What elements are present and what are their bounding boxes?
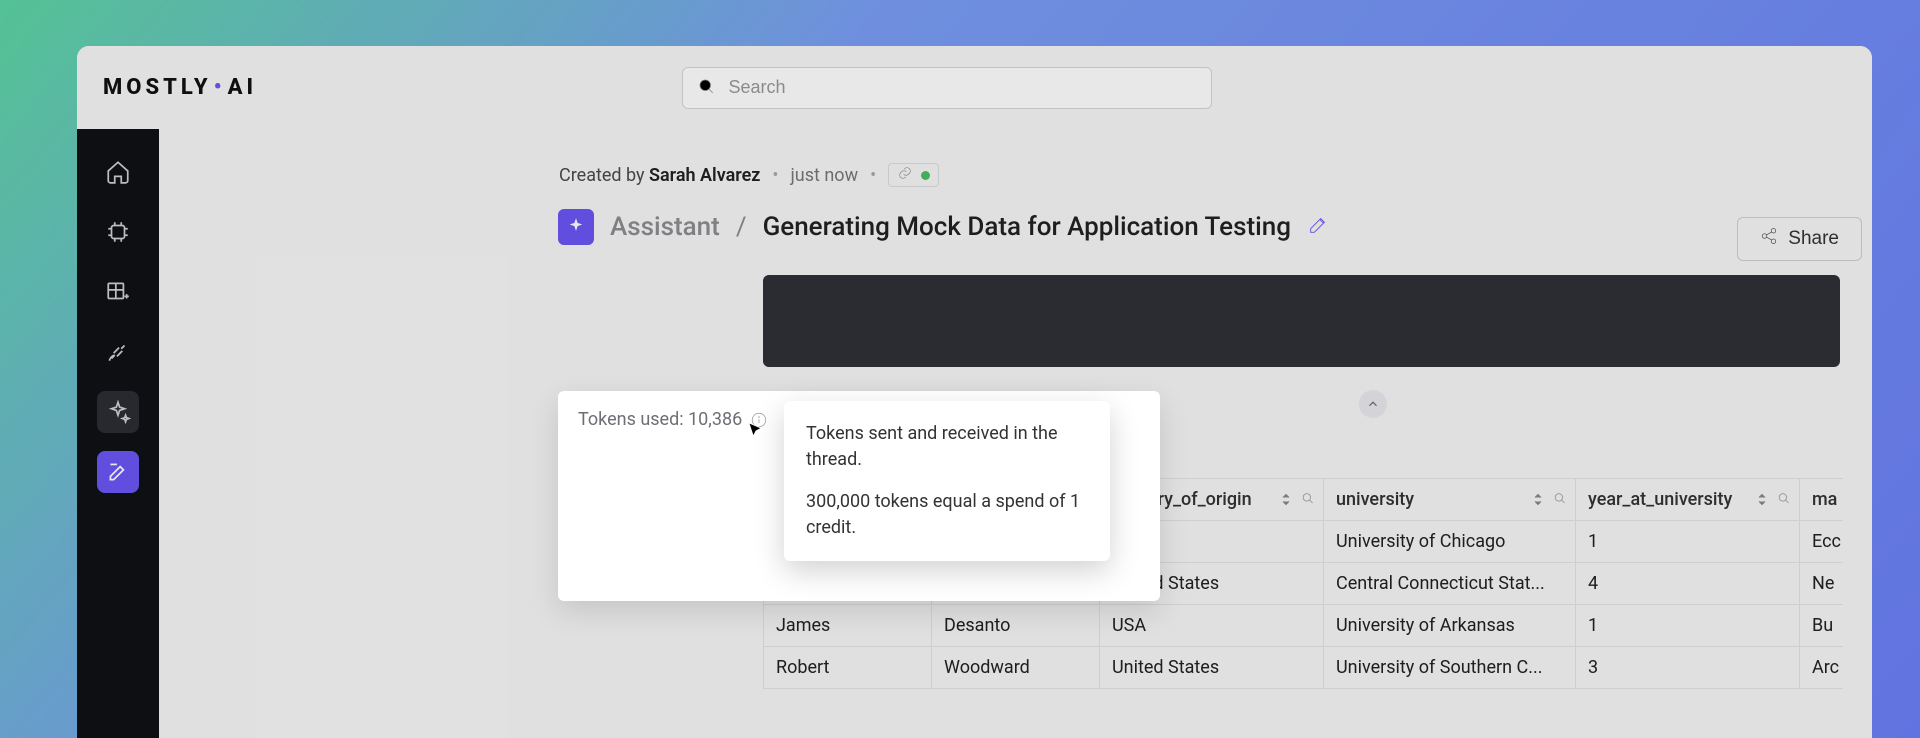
- created-by-label: Created by Sarah Alvarez: [559, 165, 760, 186]
- cell-university: Central Connecticut Stat...: [1324, 563, 1576, 605]
- tokens-used-value: 10,386: [688, 409, 742, 430]
- title-row: Assistant / Generating Mock Data for App…: [159, 187, 1872, 245]
- col-university[interactable]: university: [1324, 479, 1576, 521]
- cell-country_of_origin: USA: [1100, 605, 1324, 647]
- col-major-truncated[interactable]: ma: [1800, 479, 1844, 521]
- app-window: MOSTLY • AI: [77, 46, 1872, 738]
- search-icon[interactable]: [1776, 489, 1791, 510]
- creator-name: Sarah Alvarez: [649, 165, 760, 186]
- brand-dot-icon: •: [214, 75, 226, 100]
- timestamp: just now: [790, 165, 858, 186]
- cell-year_at_university: 1: [1576, 605, 1800, 647]
- sort-icon[interactable]: [1532, 489, 1544, 510]
- edit-title-button[interactable]: [1307, 214, 1329, 240]
- dot-separator-icon: •: [772, 165, 778, 186]
- chevron-up-icon: [1366, 397, 1380, 411]
- cell-country_of_origin: United States: [1100, 647, 1324, 689]
- assistant-badge-icon: [558, 209, 594, 245]
- link-icon: [897, 165, 913, 186]
- plug-icon: [105, 339, 131, 365]
- table-plus-icon: [105, 279, 131, 305]
- tokens-tooltip: Tokens sent and received in the thread. …: [784, 401, 1110, 561]
- brand-logo: MOSTLY • AI: [103, 75, 257, 100]
- brand-left: MOSTLY: [103, 75, 212, 100]
- cell-ma: Ne: [1800, 563, 1844, 605]
- chip-icon: [105, 219, 131, 245]
- sidebar-item-home[interactable]: [97, 151, 139, 193]
- collapse-toggle[interactable]: [1359, 390, 1387, 418]
- sort-icon[interactable]: [1756, 489, 1768, 510]
- cell-ma: Ecc: [1800, 521, 1844, 563]
- cursor-icon: [747, 421, 765, 443]
- sidebar-item-compose[interactable]: [97, 451, 139, 493]
- cell-year_at_university: 1: [1576, 521, 1800, 563]
- search-field[interactable]: [682, 67, 1212, 109]
- dot-separator-icon: •: [870, 165, 876, 186]
- search-input[interactable]: [729, 77, 1197, 98]
- cell-name_last: Desanto: [932, 605, 1100, 647]
- sort-icon[interactable]: [1280, 489, 1292, 510]
- cell-university: University of Southern C...: [1324, 647, 1576, 689]
- cell-ma: Bu: [1800, 605, 1844, 647]
- search-icon[interactable]: [1300, 489, 1315, 510]
- topbar: MOSTLY • AI: [77, 46, 1872, 129]
- share-label: Share: [1788, 228, 1839, 250]
- table-row[interactable]: JamesDesantoUSAUniversity of Arkansas1Bu: [764, 605, 1844, 647]
- sidebar-item-plug[interactable]: [97, 331, 139, 373]
- brand-right: AI: [228, 75, 257, 100]
- code-or-context-block: [763, 275, 1840, 367]
- breadcrumb-assistant[interactable]: Assistant: [610, 212, 720, 242]
- meta-row: Created by Sarah Alvarez • just now •: [159, 129, 1872, 187]
- page-title: Generating Mock Data for Application Tes…: [763, 212, 1291, 242]
- breadcrumb-separator: /: [736, 212, 747, 242]
- tooltip-line-1: Tokens sent and received in the thread.: [806, 421, 1088, 473]
- sparkle-icon: [105, 399, 131, 425]
- compose-icon: [105, 459, 131, 485]
- cell-name_last: Woodward: [932, 647, 1100, 689]
- search-icon[interactable]: [1552, 489, 1567, 510]
- cell-year_at_university: 4: [1576, 563, 1800, 605]
- cell-university: University of Arkansas: [1324, 605, 1576, 647]
- col-year[interactable]: year_at_university: [1576, 479, 1800, 521]
- cell-name_first: Robert: [764, 647, 932, 689]
- tooltip-line-2: 300,000 tokens equal a spend of 1 credit…: [806, 489, 1088, 541]
- search-icon: [697, 77, 729, 99]
- status-dot-icon: [921, 171, 930, 180]
- tokens-used-label: Tokens used: 10,386: [578, 409, 742, 430]
- content-area: Created by Sarah Alvarez • just now • As…: [159, 129, 1872, 738]
- cell-university: University of Chicago: [1324, 521, 1576, 563]
- sidebar-item-table[interactable]: [97, 271, 139, 313]
- sidebar: [77, 129, 159, 738]
- cell-name_first: James: [764, 605, 932, 647]
- cell-year_at_university: 3: [1576, 647, 1800, 689]
- home-icon: [105, 159, 131, 185]
- sidebar-item-chip[interactable]: [97, 211, 139, 253]
- sidebar-item-assistant[interactable]: [97, 391, 139, 433]
- share-button[interactable]: Share: [1737, 217, 1862, 261]
- share-icon: [1760, 227, 1778, 251]
- cell-ma: Arc: [1800, 647, 1844, 689]
- table-row[interactable]: RobertWoodwardUnited StatesUniversity of…: [764, 647, 1844, 689]
- status-pill: [888, 163, 939, 187]
